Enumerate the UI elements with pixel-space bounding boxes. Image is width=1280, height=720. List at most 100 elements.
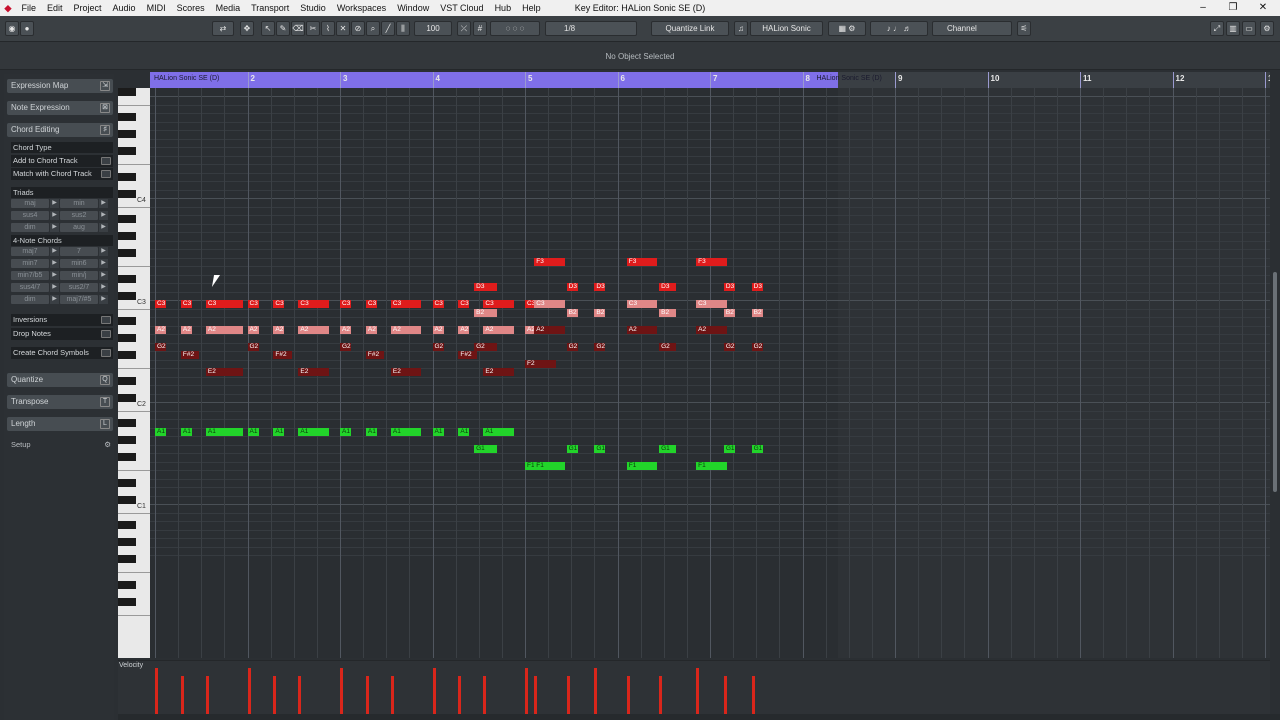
midi-note-d3[interactable]: D3 [751, 283, 763, 291]
piano-black-key[interactable] [118, 232, 136, 240]
piano-black-key[interactable] [118, 580, 136, 589]
record-icon[interactable]: ● [20, 21, 34, 36]
midi-note-b2[interactable]: B2 [723, 308, 735, 317]
midi-note-b2[interactable]: B2 [751, 308, 763, 317]
midi-note-g2[interactable]: G2 [432, 342, 444, 351]
velocity-bar[interactable] [751, 676, 755, 714]
midi-note-c3[interactable]: C3 [432, 300, 444, 308]
menu-file[interactable]: File [16, 0, 42, 16]
midi-note-a2[interactable]: A2 [390, 325, 422, 334]
auto-scroll-icon[interactable]: ⇄ [212, 21, 234, 36]
midi-note-g2[interactable]: G2 [723, 342, 735, 351]
midi-note-a1[interactable]: A1 [365, 427, 377, 436]
midi-note-fs2[interactable]: F#2 [273, 351, 292, 359]
mute-tool-icon[interactable]: ⊘ [351, 21, 365, 36]
piano-keyboard[interactable]: C4 C3 C2 C1 [118, 87, 150, 658]
menu-project[interactable]: Project [68, 0, 107, 16]
chord-arrow-icon[interactable]: ▶ [50, 199, 59, 208]
chord-arrow-icon[interactable]: ▶ [50, 259, 59, 268]
piano-black-key[interactable] [118, 291, 136, 300]
midi-note-c3[interactable]: C3 [298, 300, 329, 308]
midi-note-a2[interactable]: A2 [155, 325, 167, 334]
piano-black-key[interactable] [118, 376, 136, 385]
note-tools-group[interactable]: ♪ ♩ ♬ [870, 21, 928, 36]
midi-note-d3[interactable]: D3 [723, 283, 735, 291]
expression-map-section[interactable]: Expression Map ⇲ [7, 79, 113, 93]
velocity-bar[interactable] [696, 668, 700, 714]
piano-black-key[interactable] [118, 189, 136, 198]
midi-note-a2[interactable]: A2 [273, 325, 285, 334]
piano-black-key[interactable] [118, 555, 136, 563]
midi-note-a2[interactable]: A2 [180, 325, 192, 334]
editor-settings-icon[interactable]: ⚟ [1017, 21, 1031, 36]
drop-notes-row[interactable]: Drop Notes [11, 328, 113, 340]
snap-type-dropdown[interactable]: ◌ ◌ ◌ [490, 21, 540, 36]
menu-media[interactable]: Media [210, 0, 246, 16]
midi-note-a1[interactable]: A1 [273, 427, 285, 436]
glue-tool-icon[interactable]: ✕ [336, 21, 350, 36]
piano-black-key[interactable] [118, 215, 136, 223]
midi-note-f3[interactable]: F3 [696, 257, 727, 266]
menu-studio[interactable]: Studio [295, 0, 332, 16]
velocity-bar[interactable] [659, 676, 663, 714]
trim-tool-icon[interactable]: ✂ [306, 21, 320, 36]
midi-note-c3[interactable]: C3 [483, 300, 514, 308]
chord-arrow-icon[interactable]: ▶ [99, 259, 108, 268]
inversion-up-icon[interactable] [101, 316, 111, 324]
midi-note-g2[interactable]: G2 [751, 342, 763, 351]
chord-arrow-icon[interactable]: ▶ [99, 211, 108, 220]
menu-edit[interactable]: Edit [42, 0, 69, 16]
chord-arrow-icon[interactable]: ▶ [50, 247, 59, 256]
chord-sus2-button[interactable]: sus2 [60, 211, 98, 220]
midi-note-g2[interactable]: G2 [247, 342, 259, 351]
snap-grid-icon[interactable]: # [473, 21, 487, 36]
note-expression-section[interactable]: Note Expression ⊠ [7, 101, 113, 115]
midi-note-g2[interactable]: G2 [594, 342, 606, 351]
setup-window-layout-icon[interactable]: ▥ [1226, 21, 1240, 36]
piano-black-key[interactable] [118, 419, 136, 427]
minimize-icon[interactable]: – [1188, 0, 1218, 16]
ruler[interactable]: 2345678910111213HALion Sonic SE (D)HALio… [150, 72, 1277, 88]
channel-dropdown[interactable]: Channel [932, 21, 1012, 36]
velocity-bar[interactable] [432, 668, 436, 714]
scrollbar-thumb[interactable] [1273, 272, 1277, 492]
midi-note-g2[interactable]: G2 [566, 342, 578, 351]
midi-note-a2[interactable]: A2 [534, 325, 565, 334]
velocity-bar[interactable] [483, 676, 487, 714]
midi-note-c3[interactable]: C3 [626, 300, 658, 308]
velocity-bar[interactable] [566, 676, 570, 714]
piano-black-key[interactable] [118, 87, 136, 96]
chord-maj-button[interactable]: maj [11, 199, 49, 208]
midi-note-d3[interactable]: D3 [474, 283, 498, 291]
activate-project-icon[interactable]: ◉ [5, 21, 19, 36]
midi-note-g1[interactable]: G1 [723, 444, 735, 453]
velocity-bar[interactable] [273, 676, 277, 714]
midi-note-g2[interactable]: G2 [659, 342, 676, 351]
menu-hub[interactable]: Hub [489, 0, 517, 16]
velocity-bar[interactable] [534, 676, 538, 714]
piano-black-key[interactable] [118, 113, 136, 121]
midi-note-a1[interactable]: A1 [298, 427, 329, 436]
midi-note-a2[interactable]: A2 [365, 325, 377, 334]
line-tool-icon[interactable]: ╱ [381, 21, 395, 36]
piano-black-key[interactable] [118, 274, 136, 283]
piano-black-key[interactable] [118, 436, 136, 444]
midi-settings-icon[interactable]: ▦ ⚙ [828, 21, 866, 36]
midi-note-a1[interactable]: A1 [155, 427, 167, 436]
chord-arrow-icon[interactable]: ▶ [99, 295, 108, 304]
chord-min7-button[interactable]: min7 [11, 259, 49, 268]
midi-note-a1[interactable]: A1 [458, 427, 470, 436]
midi-note-a1[interactable]: A1 [483, 427, 514, 436]
midi-note-a1[interactable]: A1 [247, 427, 259, 436]
menu-scores[interactable]: Scores [171, 0, 210, 16]
velocity-bar[interactable] [340, 668, 343, 714]
erase-tool-icon[interactable]: ⌫ [291, 21, 305, 36]
velocity-bar[interactable] [626, 676, 630, 714]
quantize-link-dropdown[interactable]: Quantize Link [651, 21, 729, 36]
piano-black-key[interactable] [118, 538, 136, 546]
piano-black-key[interactable] [118, 597, 136, 606]
midi-note-f1[interactable]: F1 [626, 461, 658, 470]
chord-min-button[interactable]: min [60, 199, 98, 208]
midi-note-b2[interactable]: B2 [659, 308, 676, 317]
midi-note-g1[interactable]: G1 [751, 444, 763, 453]
